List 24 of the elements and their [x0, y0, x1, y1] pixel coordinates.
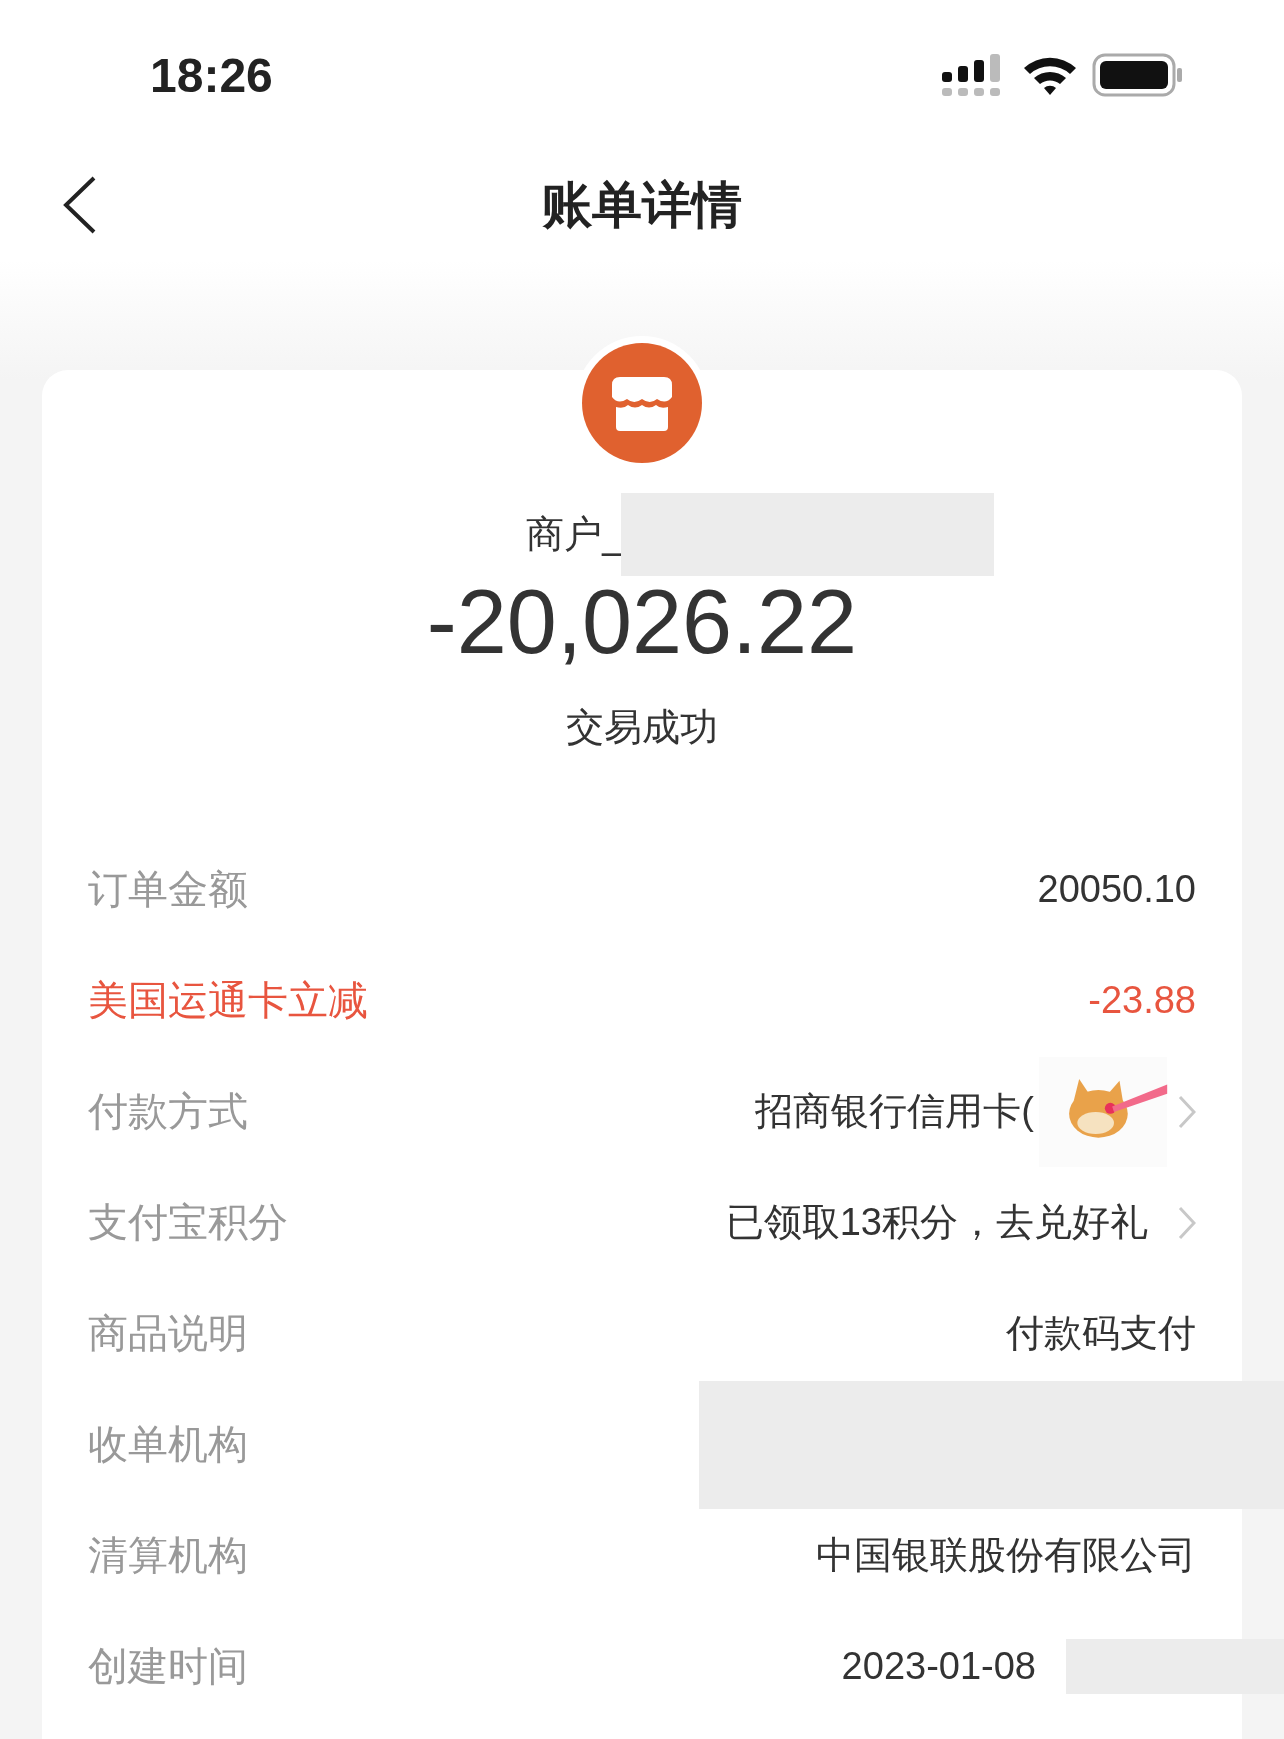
field-value: 20050.10	[1037, 868, 1196, 911]
field-label: 清算机构	[88, 1531, 248, 1580]
chevron-icon	[1178, 1205, 1196, 1240]
chevron-icon	[1178, 1094, 1196, 1129]
field-label: 美国运通卡立减	[88, 976, 368, 1025]
field-label: 订单金额	[88, 865, 248, 914]
field-link[interactable]: 已领取13积分，去兑好礼	[725, 1197, 1148, 1248]
field-label: 收单机构	[88, 1420, 248, 1469]
back-icon[interactable]	[62, 175, 98, 235]
amount: -20,026.22	[426, 572, 858, 672]
field-value: 中国银联股份有限公司	[816, 1533, 1196, 1578]
field-value: 付款码支付	[1006, 1311, 1196, 1356]
field-label: 商品说明	[88, 1309, 248, 1358]
page-title: 账单详情	[542, 174, 742, 236]
battery-icon	[1092, 53, 1184, 97]
field-link[interactable]: 招商银行信用卡(	[755, 1086, 1034, 1137]
field-value: -23.88	[1088, 979, 1196, 1022]
field-label: 创建时间	[88, 1642, 248, 1691]
field-value: 2023-01-08	[841, 1645, 1036, 1688]
merchant-name: 商户_	[526, 511, 621, 558]
field-label: 支付宝积分	[88, 1198, 288, 1247]
status-time: 18:26	[150, 47, 273, 103]
transaction-status: 交易成功	[566, 704, 718, 751]
field-label: 付款方式	[88, 1087, 248, 1136]
